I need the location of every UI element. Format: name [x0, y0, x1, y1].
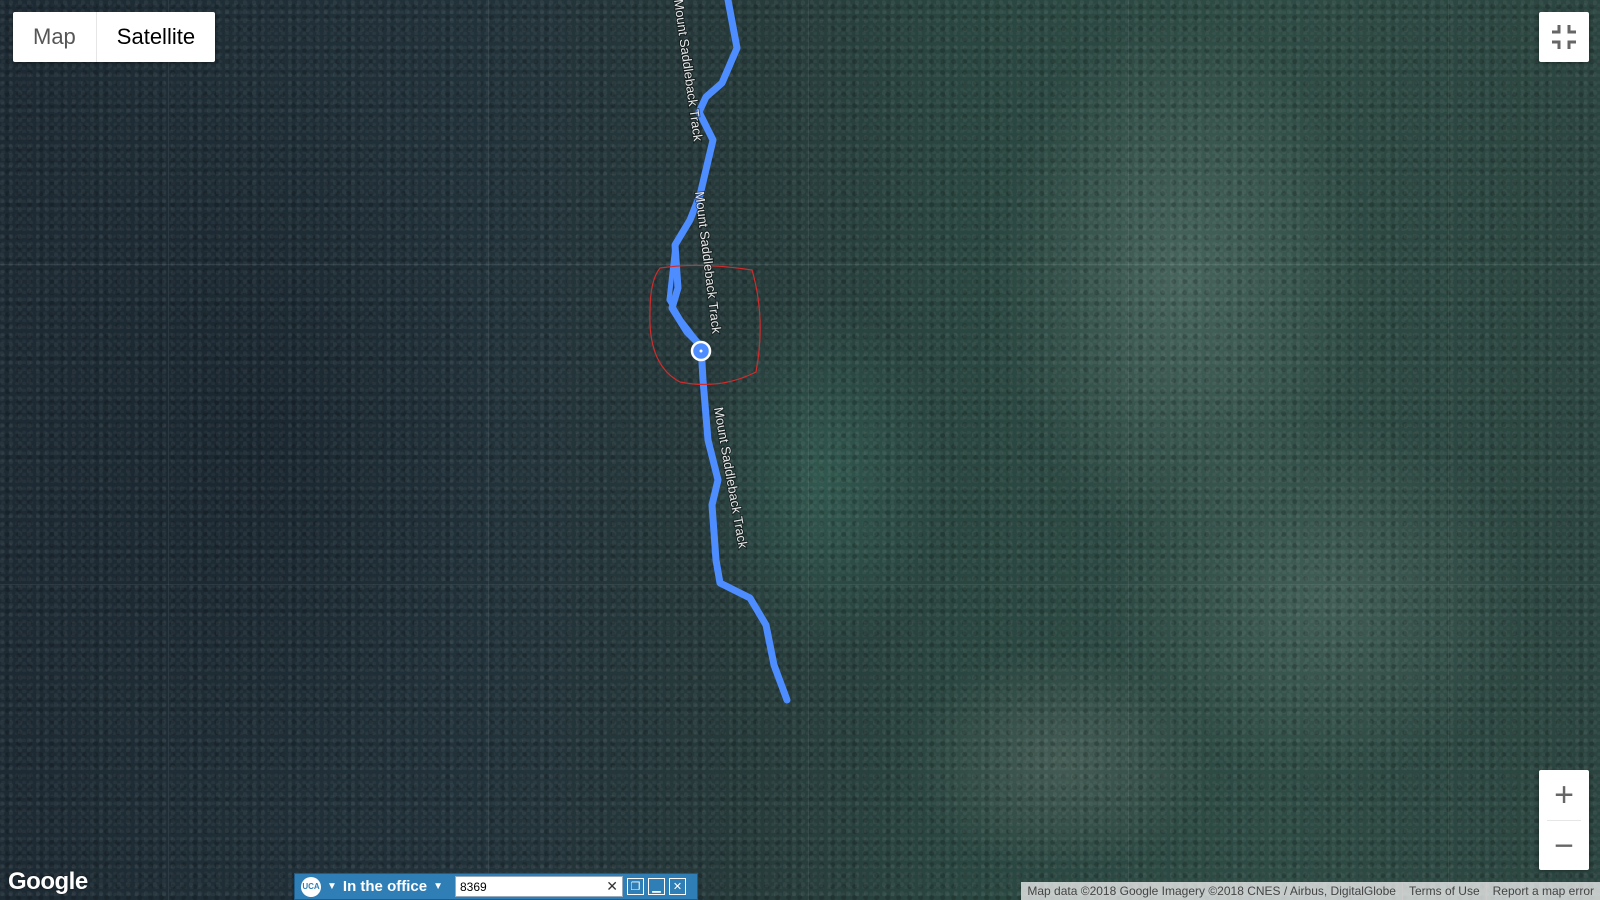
chevron-down-icon[interactable]: ▼ [327, 881, 337, 892]
uc-logo-icon[interactable]: UCA [301, 876, 321, 897]
location-marker-dot [699, 349, 703, 353]
chevron-down-icon[interactable]: ▼ [433, 881, 443, 892]
google-logo: Google [8, 868, 88, 895]
zoom-control: + − [1539, 770, 1589, 870]
close-button[interactable]: ✕ [668, 878, 686, 895]
dial-input-value: 8369 [459, 879, 487, 894]
map-view-button[interactable]: Map [13, 12, 96, 62]
attribution-data: Map data ©2018 Google Imagery ©2018 CNES… [1027, 884, 1396, 898]
restore-button[interactable]: ❐ [626, 878, 644, 895]
minimize-icon: ▁ [652, 881, 661, 893]
zoom-out-button[interactable]: − [1539, 821, 1589, 871]
minimize-button[interactable]: ▁ [647, 878, 665, 895]
report-error-link[interactable]: Report a map error [1485, 882, 1600, 900]
dial-input[interactable]: 8369 ✕ [454, 876, 623, 897]
track-label: Mount Saddleback Track [692, 191, 724, 335]
map-type-control: Map Satellite [13, 12, 216, 62]
close-icon: ✕ [672, 881, 683, 893]
map-attribution: Map data ©2018 Google Imagery ©2018 CNES… [1021, 882, 1600, 900]
zoom-in-button[interactable]: + [1539, 770, 1589, 820]
presence-status-dropdown[interactable]: In the office [343, 878, 427, 895]
satellite-view-button[interactable]: Satellite [95, 12, 215, 62]
presence-statusbar: UCA ▼ In the office ▼ 8369 ✕ ❐ ▁ ✕ [294, 873, 698, 900]
route-overlay: Mount Saddleback Track Mount Saddleback … [649, 0, 791, 704]
track-label: Mount Saddleback Track [671, 0, 706, 143]
exit-fullscreen-button[interactable] [1539, 12, 1589, 62]
clear-input-icon[interactable]: ✕ [606, 878, 618, 895]
satellite-map[interactable]: Mount Saddleback Track Mount Saddleback … [0, 0, 1600, 900]
exit-fullscreen-icon [1552, 25, 1576, 49]
terms-link[interactable]: Terms of Use [1401, 882, 1486, 900]
restore-icon: ❐ [630, 881, 641, 893]
